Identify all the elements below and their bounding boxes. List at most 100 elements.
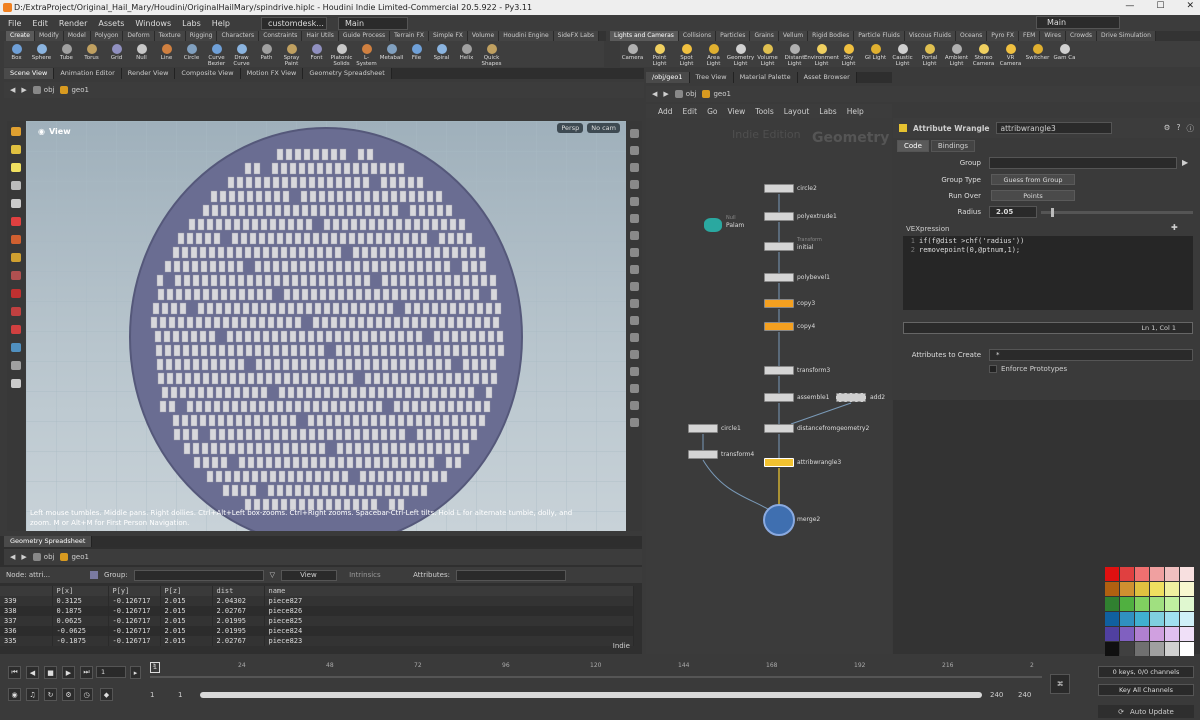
auto-update-button[interactable]: ⟳ Auto Update: [1098, 705, 1194, 718]
audio-icon[interactable]: ♫: [26, 688, 39, 701]
table-row[interactable]: 339 0.3125 -0.126717 2.015 2.04302 piece827: [0, 596, 634, 606]
group-field[interactable]: [989, 157, 1177, 169]
shelf-tool[interactable]: File: [404, 41, 429, 67]
node-transform3[interactable]: [764, 366, 794, 375]
shelf-tool[interactable]: Portal Light: [917, 41, 942, 67]
shelf-tool[interactable]: Quick Shapes: [479, 41, 504, 67]
palette-swatch[interactable]: [1180, 582, 1194, 596]
net-menu-edit[interactable]: Edit: [683, 107, 698, 116]
shelf-tool[interactable]: Font: [304, 41, 329, 67]
shelf-tool[interactable]: Environment Light: [804, 41, 839, 67]
path-geo[interactable]: geo1: [60, 553, 89, 561]
radius-field[interactable]: 2.05: [989, 206, 1037, 218]
tab-bindings[interactable]: Bindings: [930, 140, 976, 152]
shelf-tab[interactable]: Simple FX: [428, 31, 468, 41]
shelf-tab[interactable]: Model: [63, 31, 91, 41]
shelf-tab[interactable]: Houdini Engine: [499, 31, 554, 41]
shelf-tool[interactable]: Null: [129, 41, 154, 67]
display-option-icon[interactable]: [629, 265, 639, 274]
group-type-menu[interactable]: Guess from Group: [991, 174, 1075, 185]
shelf-tab[interactable]: Rigging: [185, 31, 218, 41]
lock-icon[interactable]: [11, 199, 21, 208]
node-name-field[interactable]: attribwrangle3: [995, 122, 1112, 134]
menu-edit[interactable]: Edit: [32, 19, 48, 28]
palette-swatch[interactable]: [1165, 567, 1179, 581]
shelf-tool[interactable]: Sphere: [29, 41, 54, 67]
magnet-icon[interactable]: [11, 289, 21, 298]
palette-swatch[interactable]: [1105, 642, 1119, 656]
palette-swatch[interactable]: [1150, 642, 1164, 656]
display-option-icon[interactable]: [629, 367, 639, 376]
col-header[interactable]: [0, 586, 53, 596]
shelf-tab[interactable]: Constraints: [259, 31, 303, 41]
col-header[interactable]: name: [264, 586, 634, 596]
shelf-tab[interactable]: Texture: [154, 31, 186, 41]
shelf-tool[interactable]: Path: [254, 41, 279, 67]
display-option-icon[interactable]: [629, 384, 639, 393]
palette-swatch[interactable]: [1180, 597, 1194, 611]
vex-code-editor[interactable]: 1 if(f@dist >chf('radius')) 2 removepoint(…: [903, 236, 1193, 310]
shelf-tab[interactable]: Polygon: [90, 31, 124, 41]
radius-slider[interactable]: [1041, 208, 1193, 217]
shelf-tab[interactable]: Particles: [716, 31, 751, 41]
shelf-tab[interactable]: Lights and Cameras: [610, 31, 679, 41]
palette-swatch[interactable]: [1120, 642, 1134, 656]
display-option-icon[interactable]: [629, 401, 639, 410]
node-attribwrangle3[interactable]: [764, 458, 794, 467]
tab-material-palette[interactable]: Material Palette: [733, 72, 798, 83]
palette-swatch[interactable]: [1120, 582, 1134, 596]
shelf-tab[interactable]: Crowds: [1065, 31, 1098, 41]
playback-settings-icon[interactable]: ⚙: [62, 688, 75, 701]
back-arrow-icon[interactable]: ◀: [10, 86, 15, 94]
tab-composite-view[interactable]: Composite View: [175, 68, 241, 79]
node-polyextrude1[interactable]: [764, 212, 794, 221]
minimize-icon[interactable]: —: [1125, 1, 1134, 11]
forward-arrow-icon[interactable]: ▶: [663, 90, 668, 98]
menu-windows[interactable]: Windows: [135, 19, 171, 28]
key-tool-icon[interactable]: ⌘: [1050, 674, 1070, 694]
play-button[interactable]: ▶: [62, 666, 75, 679]
pose-tool-icon[interactable]: [11, 235, 21, 244]
step-frame-button[interactable]: ▸: [130, 666, 141, 679]
stop-button[interactable]: ■: [44, 666, 57, 679]
realtime-toggle-icon[interactable]: ◉: [8, 688, 21, 701]
display-option-icon[interactable]: [629, 231, 639, 240]
close-icon[interactable]: ✕: [1186, 1, 1194, 11]
palette-swatch[interactable]: [1150, 597, 1164, 611]
palette-swatch[interactable]: [1105, 612, 1119, 626]
node-copy4[interactable]: [764, 322, 794, 331]
palette-swatch[interactable]: [1165, 597, 1179, 611]
node-polybevel1[interactable]: [764, 273, 794, 282]
shelf-tab[interactable]: Oceans: [955, 31, 988, 41]
shelf-tool[interactable]: Caustic Light: [890, 41, 915, 67]
arrow-select-icon[interactable]: ▶: [1182, 158, 1188, 167]
path-obj[interactable]: obj: [674, 90, 696, 98]
shelf-tab[interactable]: Create: [6, 31, 35, 41]
shelf-tool[interactable]: Grid: [104, 41, 129, 67]
shelf-tool[interactable]: GI Light: [863, 41, 888, 67]
rotate-tool-icon[interactable]: [11, 163, 21, 172]
shelf-tool[interactable]: Gam Ca: [1052, 41, 1077, 67]
shelf-tool[interactable]: Spiral: [429, 41, 454, 67]
shelf-tool[interactable]: Sky Light: [836, 41, 861, 67]
path-geo[interactable]: geo1: [702, 90, 731, 98]
path-obj[interactable]: obj: [32, 553, 54, 561]
shelf-tool[interactable]: Helix: [454, 41, 479, 67]
palette-swatch[interactable]: [1165, 582, 1179, 596]
shelf-tool[interactable]: Volume Light: [755, 41, 780, 67]
forward-arrow-icon[interactable]: ▶: [21, 553, 26, 561]
net-menu-go[interactable]: Go: [707, 107, 717, 116]
shelf-tool[interactable]: Ambient Light: [944, 41, 969, 67]
key-all-channels-button[interactable]: Key All Channels: [1098, 684, 1194, 696]
net-menu-view[interactable]: View: [727, 107, 745, 116]
brush-tool-icon[interactable]: [11, 253, 21, 262]
display-option-icon[interactable]: [629, 333, 639, 342]
shelf-tab[interactable]: Particle Fluids: [854, 31, 905, 41]
shelf-tool[interactable]: L-System: [354, 41, 379, 67]
shelf-tab[interactable]: Deform: [123, 31, 155, 41]
fps-icon[interactable]: ◷: [80, 688, 93, 701]
table-row[interactable]: 336 -0.0625 -0.126717 2.015 2.01995 piece824: [0, 626, 634, 636]
handle-tool-icon[interactable]: [11, 217, 21, 226]
palette-swatch[interactable]: [1150, 582, 1164, 596]
tab-asset-browser[interactable]: Asset Browser: [797, 72, 857, 83]
